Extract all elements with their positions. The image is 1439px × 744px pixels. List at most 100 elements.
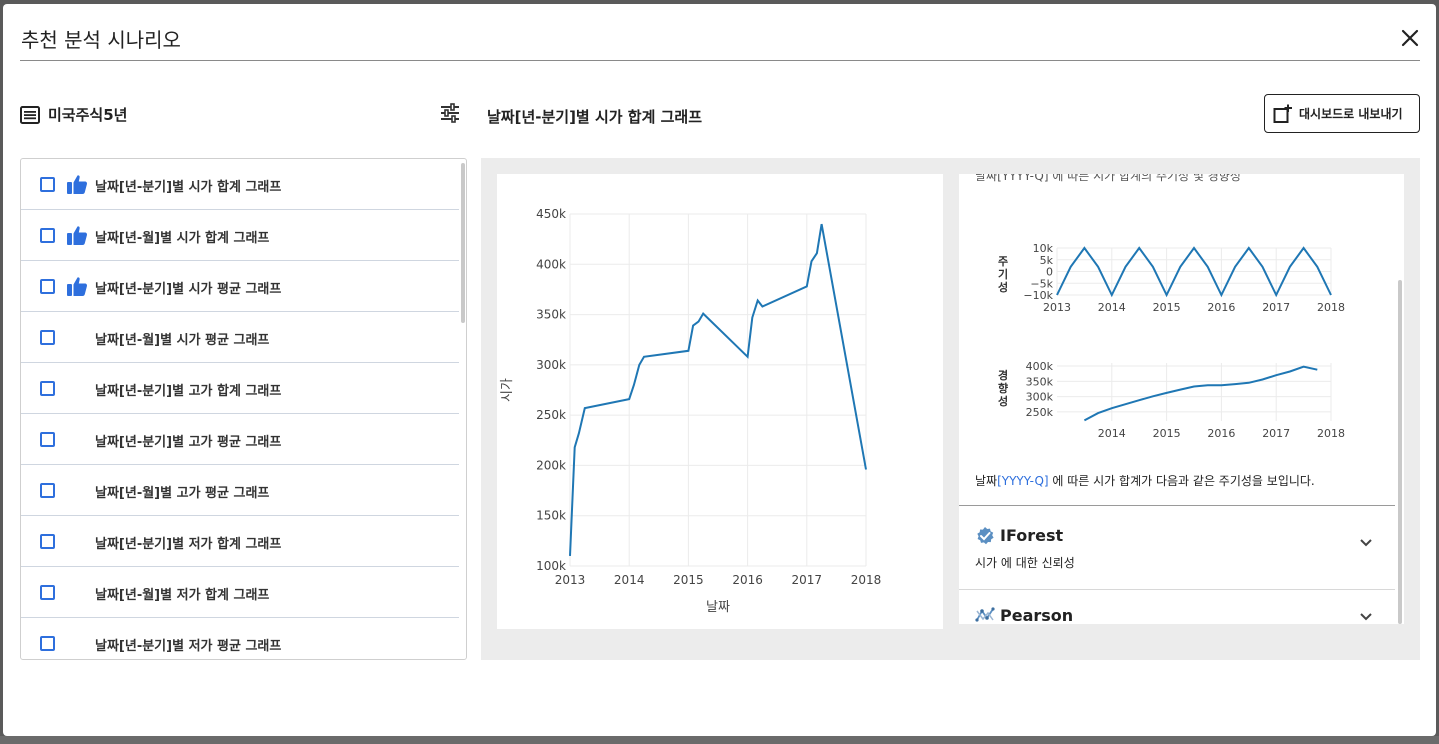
- title-divider: [20, 60, 1420, 61]
- accordion-pearson[interactable]: Pearson: [959, 590, 1395, 624]
- x-tick-label: 2013: [1043, 301, 1071, 314]
- y-axis-label-char: 경: [998, 368, 1008, 382]
- thumbs-up-icon: [67, 226, 88, 245]
- accordion-iforest[interactable]: IForest 시가 에 대한 신뢰성: [959, 506, 1395, 589]
- list-item[interactable]: 날짜[년-월]별 고가 평균 그래프: [21, 465, 459, 516]
- chevron-down-icon[interactable]: [1358, 608, 1374, 624]
- x-tick-label: 2016: [1207, 427, 1235, 440]
- scenario-list: 날짜[년-분기]별 시가 합계 그래프날짜[년-월]별 시가 합계 그래프날짜[…: [20, 158, 467, 660]
- list-scrollbar[interactable]: [461, 163, 465, 323]
- analysis-side-panel: 날짜[YYYY-Q] 에 따른 시가 합계의 주기성 및 경향성 10k 5k 0−…: [959, 174, 1404, 624]
- y-axis-label-char: 기: [998, 267, 1008, 281]
- y-tick-label: 100k: [536, 559, 566, 573]
- list-item[interactable]: 날짜[년-월]별 시가 평균 그래프: [21, 312, 459, 363]
- x-tick-label: 2018: [1317, 301, 1345, 314]
- dataset-header: 미국주식5년: [20, 104, 127, 125]
- x-tick-label: 2018: [851, 573, 882, 587]
- series-line: [1083, 365, 1318, 422]
- pearson-network-icon: [975, 607, 995, 622]
- main-line-chart: 100k 150k 200k 250k 300k 350k 400k 450k 2013 2014…: [497, 174, 943, 629]
- list-item-label: 날짜[년-월]별 고가 평균 그래프: [95, 486, 270, 501]
- x-tick-label: 2014: [1098, 427, 1126, 440]
- y-axis-label-char: 향: [998, 381, 1008, 395]
- list-item[interactable]: 날짜[년-분기]별 시가 평균 그래프: [21, 261, 459, 312]
- list-item-label: 날짜[년-분기]별 고가 합계 그래프: [95, 384, 282, 399]
- y-tick-label: 150k: [536, 509, 566, 523]
- x-tick-label: 2018: [1317, 427, 1345, 440]
- decomposition-caption: 날짜[YYYY-Q] 에 따른 시가 합계의 주기성 및 경향성: [975, 174, 1241, 183]
- list-item-label: 날짜[년-월]별 시가 합계 그래프: [95, 231, 270, 246]
- list-item-label: 날짜[년-분기]별 저가 평균 그래프: [95, 639, 282, 654]
- list-item-label: 날짜[년-분기]별 시가 합계 그래프: [95, 180, 282, 195]
- iforest-subtitle: 시가 에 대한 신뢰성: [975, 556, 1075, 570]
- period-highlight: [YYYY-Q]: [997, 474, 1049, 488]
- list-item-label: 날짜[년-분기]별 고가 평균 그래프: [95, 435, 282, 450]
- list-item-label: 날짜[년-분기]별 시가 평균 그래프: [95, 282, 282, 297]
- x-tick-label: 2016: [1207, 301, 1235, 314]
- sliders-icon[interactable]: [439, 102, 461, 124]
- list-item[interactable]: 날짜[년-분기]별 고가 합계 그래프: [21, 363, 459, 414]
- y-tick-label: 400k: [1026, 360, 1054, 373]
- y-tick-label: 350k: [1026, 375, 1054, 388]
- list-item[interactable]: 날짜[년-분기]별 시가 합계 그래프: [21, 159, 459, 210]
- list-item[interactable]: 날짜[년-분기]별 저가 평균 그래프: [21, 618, 459, 659]
- item-checkbox[interactable]: [40, 432, 55, 447]
- x-tick-label: 2017: [1262, 427, 1290, 440]
- periodicity-text: 날짜[YYYY-Q] 에 따른 시가 합계가 다음과 같은 주기성을 보입니다.: [975, 472, 1315, 489]
- item-checkbox[interactable]: [40, 330, 55, 345]
- list-item[interactable]: 날짜[년-분기]별 저가 합계 그래프: [21, 516, 459, 567]
- thumbs-up-icon: [67, 277, 88, 296]
- list-item[interactable]: 날짜[년-분기]별 고가 평균 그래프: [21, 414, 459, 465]
- y-axis-label: 시가: [500, 378, 515, 402]
- y-tick-label: 200k: [536, 458, 566, 472]
- modal-title: 추천 분석 시나리오: [21, 28, 181, 52]
- item-checkbox[interactable]: [40, 279, 55, 294]
- item-checkbox[interactable]: [40, 177, 55, 192]
- y-tick-label: 250k: [1026, 406, 1054, 419]
- item-checkbox[interactable]: [40, 636, 55, 651]
- list-item-label: 날짜[년-월]별 저가 합계 그래프: [95, 588, 270, 603]
- period-prefix: 날짜: [975, 474, 998, 488]
- seasonality-chart-svg: 10k5k0−5k−10k2013 2014 2015 2016 2017 2018주기성: [998, 242, 1345, 314]
- list-item-label: 날짜[년-분기]별 저가 합계 그래프: [95, 537, 282, 552]
- y-tick-label: 450k: [536, 207, 566, 221]
- list-item-label: 날짜[년-월]별 시가 평균 그래프: [95, 333, 270, 348]
- y-axis-label-char: 성: [998, 394, 1008, 408]
- x-tick-label: 2014: [614, 573, 645, 587]
- backdrop: [0, 736, 1439, 744]
- x-tick-label: 2015: [673, 573, 704, 587]
- chart-heading: 날짜[년-분기]별 시가 합계 그래프: [487, 108, 703, 126]
- x-tick-label: 2017: [1262, 301, 1290, 314]
- item-checkbox[interactable]: [40, 228, 55, 243]
- y-axis-label-char: 성: [998, 280, 1008, 294]
- x-tick-label: 2015: [1153, 301, 1181, 314]
- series-line: [569, 223, 867, 556]
- export-button-label: 대시보드로 내보내기: [1299, 107, 1403, 121]
- close-icon[interactable]: [1398, 26, 1422, 50]
- chevron-down-icon[interactable]: [1358, 534, 1374, 550]
- x-tick-label: 2016: [732, 573, 763, 587]
- list-item[interactable]: 날짜[년-월]별 시가 합계 그래프: [21, 210, 459, 261]
- period-suffix: 에 따른 시가 합계가 다음과 같은 주기성을 보입니다.: [1048, 474, 1315, 488]
- thumbs-up-icon: [67, 175, 88, 194]
- iforest-badge-icon: [977, 527, 994, 545]
- trend-chart-svg: 400k 350k 300k 250k 2014 2015 2016 2017 2018 경향성: [998, 360, 1345, 440]
- iforest-title: IForest: [1000, 526, 1064, 545]
- side-panel-scrollbar[interactable]: [1398, 280, 1402, 624]
- item-checkbox[interactable]: [40, 534, 55, 549]
- item-checkbox[interactable]: [40, 483, 55, 498]
- y-tick-label: 250k: [536, 408, 566, 422]
- export-to-dashboard-button[interactable]: 대시보드로 내보내기: [1264, 94, 1420, 133]
- x-tick-label: 2014: [1098, 301, 1126, 314]
- pearson-title: Pearson: [1000, 606, 1074, 624]
- item-checkbox[interactable]: [40, 381, 55, 396]
- y-tick-label: 400k: [536, 257, 566, 271]
- chart-area: 100k 150k 200k 250k 300k 350k 400k 450k 2013 2014…: [481, 158, 1420, 660]
- list-item[interactable]: 날짜[년-월]별 저가 합계 그래프: [21, 567, 459, 618]
- y-axis-label-char: 주: [998, 255, 1008, 268]
- table-list-icon: [20, 105, 40, 124]
- x-tick-label: 2017: [792, 573, 823, 587]
- dataset-label: 미국주식5년: [48, 106, 128, 124]
- x-tick-label: 2013: [555, 573, 586, 587]
- item-checkbox[interactable]: [40, 585, 55, 600]
